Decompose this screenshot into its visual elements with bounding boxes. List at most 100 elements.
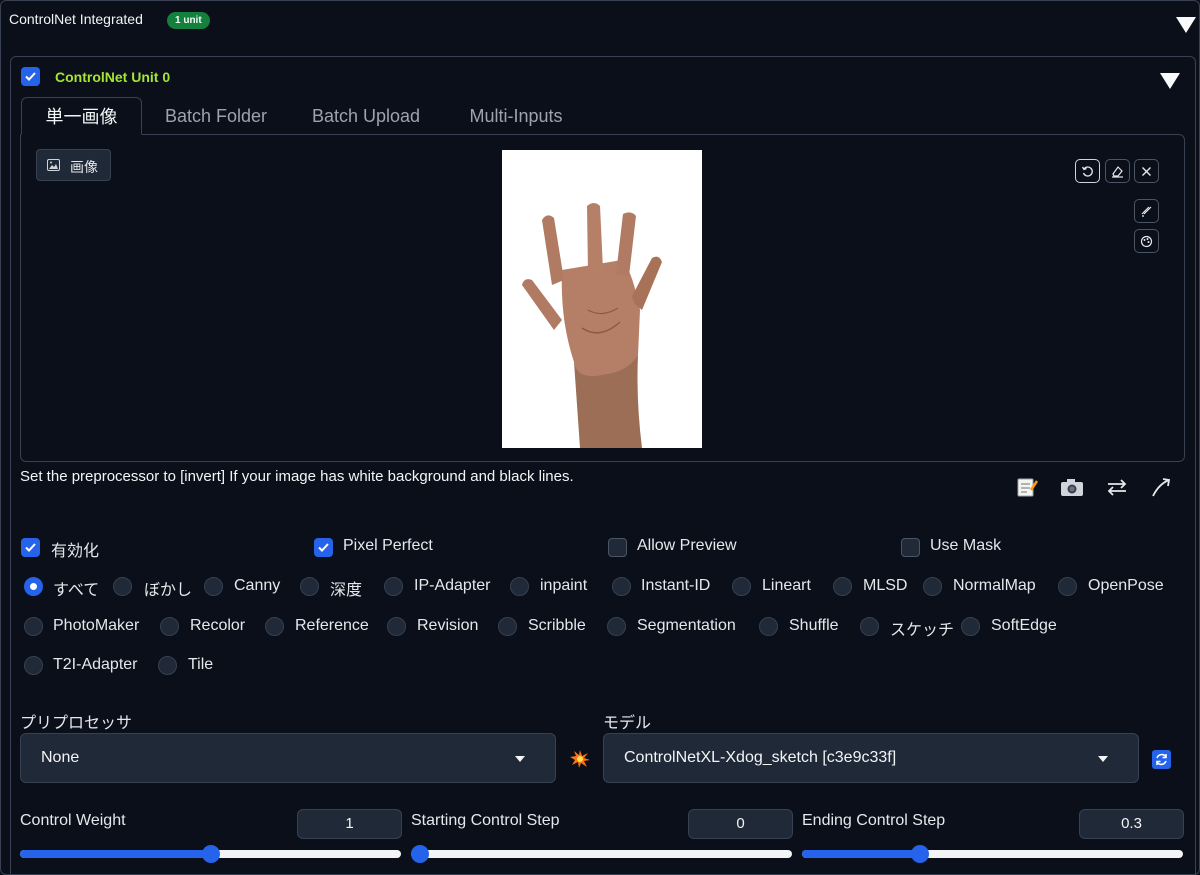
control-type-radio[interactable]	[860, 617, 879, 636]
preprocessor-label: プリプロセッサ	[20, 715, 133, 732]
control-type-label: SoftEdge	[991, 617, 1057, 634]
unit-title: ControlNet Unit 0	[55, 69, 171, 85]
chevron-down-icon	[515, 756, 525, 762]
control-type-radio[interactable]	[759, 617, 778, 636]
tab-multi-inputs[interactable]: Multi-Inputs	[451, 97, 581, 135]
starting-step-thumb[interactable]	[411, 845, 429, 863]
control-weight-thumb[interactable]	[201, 845, 220, 863]
refresh-models-button[interactable]	[1152, 750, 1171, 769]
slider-fill	[20, 850, 211, 858]
control-type-label: Tile	[188, 656, 214, 673]
control-type-radio[interactable]	[24, 656, 43, 675]
preprocessor-select[interactable]: None	[20, 733, 556, 783]
allow-preview-label: Allow Preview	[637, 537, 737, 554]
control-type-label: ぼかし	[144, 582, 193, 599]
control-type-label: Recolor	[190, 617, 246, 634]
collapse-accordion-icon[interactable]	[1176, 17, 1196, 33]
clear-image-button[interactable]	[1134, 159, 1159, 183]
starting-step-label: Starting Control Step	[411, 812, 560, 829]
send-icon[interactable]	[1149, 476, 1175, 498]
control-type-label: T2I-Adapter	[53, 656, 138, 673]
explosion-icon[interactable]	[569, 749, 591, 769]
check-icon	[25, 543, 36, 552]
preprocessor-hint: Set the preprocessor to [invert] If your…	[20, 468, 574, 485]
control-type-label: NormalMap	[953, 577, 1036, 594]
control-type-radio[interactable]	[24, 577, 43, 596]
use-mask-checkbox[interactable]	[901, 538, 920, 557]
control-type-label: Lineart	[762, 577, 811, 594]
swap-icon[interactable]	[1104, 476, 1130, 498]
check-icon	[25, 72, 36, 81]
control-type-radio[interactable]	[833, 577, 852, 596]
control-type-label: MLSD	[863, 577, 908, 594]
image-label: 画像	[36, 149, 111, 181]
starting-step-track[interactable]	[411, 850, 792, 858]
ending-step-thumb[interactable]	[910, 845, 929, 863]
starting-step-input[interactable]: 0	[688, 809, 793, 839]
ending-step-label: Ending Control Step	[802, 812, 946, 829]
undo-icon	[1081, 166, 1093, 177]
collapse-unit-icon[interactable]	[1160, 73, 1180, 89]
image-icon	[47, 159, 60, 171]
control-type-radio[interactable]	[384, 577, 403, 596]
use-mask-label: Use Mask	[930, 537, 1002, 554]
control-type-label: Canny	[234, 577, 281, 594]
close-icon	[1142, 167, 1151, 176]
control-type-label: すべて	[53, 582, 100, 599]
notepad-icon[interactable]	[1014, 476, 1040, 498]
control-type-label: Segmentation	[637, 617, 736, 634]
control-type-label: スケッチ	[890, 622, 955, 639]
model-select[interactable]: ControlNetXL-Xdog_sketch [c3e9c33f]	[603, 733, 1139, 783]
preprocessor-value: None	[41, 749, 80, 766]
unit-count-badge: 1 unit	[167, 12, 210, 29]
undo-button[interactable]	[1075, 159, 1100, 183]
control-type-radio[interactable]	[113, 577, 132, 596]
allow-preview-checkbox[interactable]	[608, 538, 627, 557]
control-type-radio[interactable]	[158, 656, 177, 675]
brush-button[interactable]	[1134, 199, 1159, 223]
control-type-label: Scribble	[528, 617, 586, 634]
ending-step-input[interactable]: 0.3	[1079, 809, 1184, 839]
eraser-button[interactable]	[1105, 159, 1130, 183]
control-type-radio[interactable]	[961, 617, 980, 636]
control-type-radio[interactable]	[265, 617, 284, 636]
uploaded-image	[502, 150, 702, 448]
control-type-radio[interactable]	[204, 577, 223, 596]
refresh-icon	[1156, 753, 1167, 766]
control-type-label: IP-Adapter	[414, 577, 491, 594]
control-type-radio[interactable]	[160, 617, 179, 636]
tab-single-image[interactable]: 単一画像	[21, 97, 142, 135]
control-type-label: Reference	[295, 617, 369, 634]
control-type-radio[interactable]	[1058, 577, 1077, 596]
control-type-radio[interactable]	[387, 617, 406, 636]
control-type-label: Shuffle	[789, 617, 839, 634]
enable-label: 有効化	[51, 543, 100, 560]
tab-batch-upload[interactable]: Batch Upload	[301, 97, 431, 135]
ending-step-track[interactable]	[802, 850, 1183, 858]
enable-checkbox[interactable]	[21, 538, 40, 557]
control-type-label: inpaint	[540, 577, 588, 594]
pixel-perfect-checkbox[interactable]	[314, 538, 333, 557]
control-type-radio[interactable]	[300, 577, 319, 596]
control-type-label: OpenPose	[1088, 577, 1164, 594]
palette-icon	[1140, 235, 1153, 248]
unit-enable-checkbox[interactable]	[21, 67, 40, 86]
control-type-radio[interactable]	[24, 617, 43, 636]
control-type-radio[interactable]	[498, 617, 517, 636]
check-icon	[318, 543, 329, 552]
eraser-icon	[1112, 166, 1123, 178]
control-type-radio[interactable]	[923, 577, 942, 596]
color-palette-button[interactable]	[1134, 229, 1159, 253]
control-type-radio[interactable]	[607, 617, 626, 636]
control-type-radio[interactable]	[510, 577, 529, 596]
pixel-perfect-label: Pixel Perfect	[343, 537, 433, 554]
control-type-radio[interactable]	[732, 577, 751, 596]
tab-batch-folder[interactable]: Batch Folder	[151, 97, 281, 135]
control-type-radio[interactable]	[612, 577, 631, 596]
camera-icon[interactable]	[1059, 476, 1085, 498]
control-type-label: Revision	[417, 617, 479, 634]
control-type-label: 深度	[330, 582, 363, 599]
model-label: モデル	[603, 715, 652, 732]
control-weight-input[interactable]: 1	[297, 809, 402, 839]
slider-fill	[802, 850, 920, 858]
